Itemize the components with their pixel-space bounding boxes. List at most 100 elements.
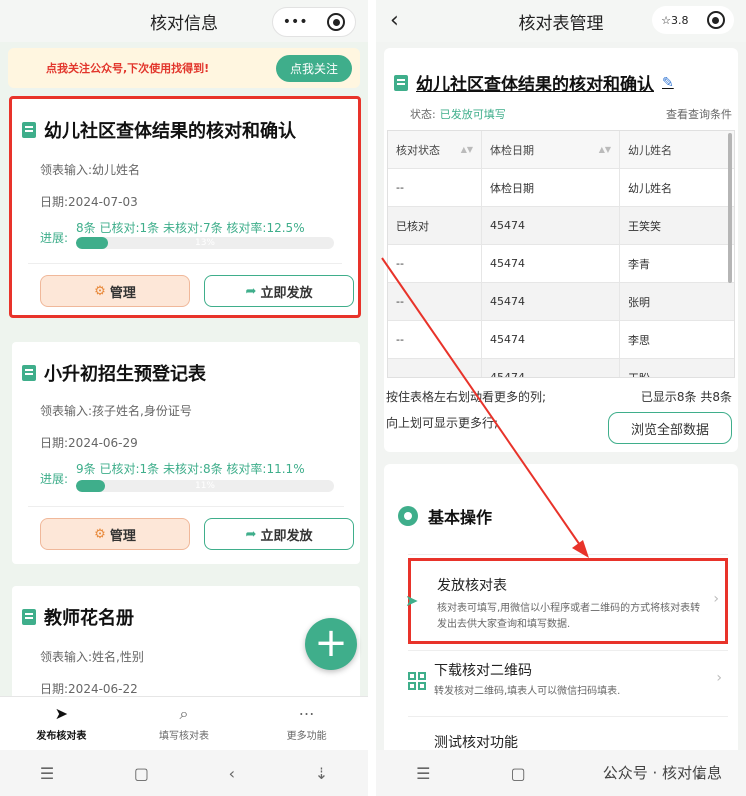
mini-program-capsule[interactable]: ••• <box>272 7 356 37</box>
column-header[interactable]: 核对状态 ▲▼ <box>388 131 482 168</box>
add-form-button[interactable]: + <box>305 618 357 670</box>
page-title-text: 核对表管理 <box>518 13 604 34</box>
close-target-icon[interactable] <box>706 11 725 29</box>
form-date: 日期:2024-06-29 <box>40 436 138 450</box>
system-nav-bar: ☰ ▢ ‹ ⇣ <box>0 750 368 796</box>
search-icon: ⌕ <box>179 704 189 723</box>
send-icon: ➤ <box>54 704 69 723</box>
query-conditions-link[interactable]: 查看查询条件 <box>666 106 732 122</box>
form-date: 日期:2024-07-03 <box>40 195 138 209</box>
back-icon[interactable]: ‹ <box>390 8 399 33</box>
table-cell: 李思 <box>628 333 650 347</box>
send-now-button[interactable]: ➦ 立即发放 <box>204 518 354 550</box>
op-desc: 转发核对二维码,填表人可以微信扫码填表. <box>434 686 621 697</box>
back-nav-icon[interactable]: ‹ <box>229 764 235 783</box>
share-arrow-icon: ➦ <box>245 526 257 542</box>
table-cell: 体检日期 <box>482 169 620 206</box>
send-sheet-item[interactable]: ➤ 发放核对表 核对表可填写,用微信以小程序或者二维码的方式将核对表转发出去供大… <box>405 558 728 644</box>
document-icon <box>22 122 36 138</box>
send-now-button[interactable]: ➦ 立即发放 <box>204 275 354 307</box>
table-row[interactable]: -- 45474 李思 <box>388 321 734 359</box>
table-cell: 45474 <box>482 359 620 377</box>
operations-divider <box>408 554 728 555</box>
form-title-text: 教师花名册 <box>44 608 134 629</box>
table-cell: 李青 <box>628 257 650 271</box>
tab-publish[interactable]: ➤ 发布核对表 <box>0 697 123 750</box>
table-cell: -- <box>388 321 482 358</box>
card-divider <box>28 506 344 507</box>
form-card-1[interactable]: 幼儿社区查体结果的核对和确认 领表输入:幼儿姓名 日期:2024-07-03 8… <box>9 96 361 318</box>
tab-label: 发布核对表 <box>36 731 87 742</box>
tab-more[interactable]: ⋯ 更多功能 <box>245 697 368 750</box>
tab-fill[interactable]: ⌕ 填写核对表 <box>123 697 246 750</box>
row-count: 已显示8条 共8条 <box>640 390 732 404</box>
card-divider <box>28 263 342 264</box>
table-cell: 王盼 <box>628 371 650 378</box>
op-desc: 核对表可填写,用微信以小程序或者二维码的方式将核对表转发出去供大家查询和填写数据… <box>437 603 701 630</box>
form-card-2[interactable]: 小升初招生预登记表 领表输入:孩子姓名,身份证号 日期:2024-06-29 9… <box>12 342 360 564</box>
menu-nav-icon[interactable]: ☰ <box>416 764 430 783</box>
operations-divider <box>408 650 728 651</box>
column-header[interactable]: 幼儿姓名 <box>620 131 734 168</box>
table-cell: 幼儿姓名 <box>628 181 672 195</box>
edit-pencil-icon[interactable]: ✎ <box>662 75 674 91</box>
download-qr-item[interactable]: 下载核对二维码 转发核对二维码,填表人可以微信扫码填表. › <box>408 656 728 712</box>
operations-divider <box>408 716 728 717</box>
home-nav-icon[interactable]: ▢ <box>511 764 526 783</box>
table-cell: -- <box>388 245 482 282</box>
status-label: 状态: <box>410 108 436 121</box>
mini-program-capsule[interactable]: ☆3.8 <box>652 6 734 34</box>
progress-stats: 8条 已核对:1条 未核对:7条 核对率:12.5% <box>76 221 305 235</box>
page-title: 核对信息 ••• <box>0 0 368 42</box>
paper-plane-icon: ➤ <box>405 591 419 610</box>
column-header[interactable]: 体检日期 ▲▼ <box>482 131 620 168</box>
sheet-title-text: 幼儿社区查体结果的核对和确认 <box>416 75 654 95</box>
manage-button[interactable]: ⚙ 管理 <box>40 275 190 307</box>
table-cell: -- <box>388 169 482 206</box>
op-title: 测试核对功能 <box>434 735 518 751</box>
left-phone-screen: 核对信息 ••• 点我关注公众号,下次使用找得到! 点我关注 幼儿社区查体结果的… <box>0 0 368 796</box>
table-cell: 45474 <box>482 245 620 282</box>
document-icon <box>394 74 408 91</box>
chevron-right-icon: › <box>716 670 722 686</box>
menu-nav-icon[interactable]: ☰ <box>40 764 54 783</box>
watermark: 公众号 · 核对信息 <box>602 764 722 782</box>
progress-label: 进展: <box>40 231 69 245</box>
table-row[interactable]: -- 45474 王盼 <box>388 359 734 378</box>
table-row[interactable]: -- 体检日期 幼儿姓名 <box>388 169 734 207</box>
progress-percent: 11% <box>194 481 215 491</box>
page-title-text: 核对信息 <box>150 13 218 34</box>
right-phone-screen: ‹ 核对表管理 ☆3.8 幼儿社区查体结果的核对和确认 ✎ 状态: 已发放可填写… <box>376 0 746 796</box>
op-title: 下载核对二维码 <box>434 663 532 679</box>
manage-button[interactable]: ⚙ 管理 <box>40 518 190 550</box>
settings-circle-icon <box>398 506 418 526</box>
manage-label: 管理 <box>109 528 136 544</box>
send-now-label: 立即发放 <box>260 528 313 544</box>
close-target-icon[interactable] <box>327 13 346 31</box>
table-scrollbar[interactable] <box>728 133 732 283</box>
tab-label: 更多功能 <box>286 731 327 742</box>
table-row[interactable]: -- 45474 李青 <box>388 245 734 283</box>
table-row[interactable]: 已核对 45474 王笑笑 <box>388 207 734 245</box>
manage-label: 管理 <box>109 285 136 301</box>
operations-heading: 基本操作 <box>398 504 492 528</box>
progress-stats: 9条 已核对:1条 未核对:8条 核对率:11.1% <box>76 462 305 476</box>
status-value: 已发放可填写 <box>439 108 506 121</box>
home-nav-icon[interactable]: ▢ <box>134 764 149 783</box>
browse-all-data-button[interactable]: 浏览全部数据 <box>608 412 732 444</box>
form-title-text: 小升初招生预登记表 <box>44 364 206 385</box>
more-dots-icon[interactable]: ••• <box>283 14 308 30</box>
page-title: ‹ 核对表管理 ☆3.8 <box>376 0 746 42</box>
sort-icon[interactable]: ▲▼ <box>461 145 473 154</box>
form-title-text: 幼儿社区查体结果的核对和确认 <box>44 121 296 142</box>
data-table[interactable]: 核对状态 ▲▼ 体检日期 ▲▼ 幼儿姓名 -- 体检日期 幼儿姓名 已核对 4547… <box>387 130 735 378</box>
rating-star-icon: ☆3.8 <box>661 13 689 27</box>
form-card-title: 幼儿社区查体结果的核对和确认 <box>22 117 296 143</box>
table-row[interactable]: -- 45474 张明 <box>388 283 734 321</box>
hide-nav-icon[interactable]: ⇣ <box>315 764 328 783</box>
table-cell: 45474 <box>482 207 620 244</box>
document-icon <box>22 609 36 625</box>
sort-icon[interactable]: ▲▼ <box>599 145 611 154</box>
follow-button[interactable]: 点我关注 <box>275 54 352 82</box>
table-cell: -- <box>388 359 482 377</box>
